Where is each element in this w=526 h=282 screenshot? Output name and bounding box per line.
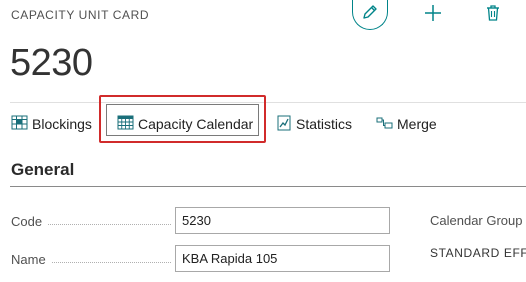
edit-button[interactable] [352,0,388,30]
calendar-group-value[interactable]: STANDARD EFF [430,246,526,260]
code-label-text: Code [11,213,43,229]
statistics-label: Statistics [296,116,353,132]
delete-button[interactable] [482,4,504,26]
merge-label: Merge [397,116,437,132]
general-section-divider [10,186,526,187]
merge-action[interactable]: Merge [376,113,437,135]
blockings-label: Blockings [32,116,92,132]
name-field-label: Name [11,250,171,268]
general-section-title[interactable]: General [11,160,74,180]
statistics-action[interactable]: Statistics [277,113,352,135]
calendar-icon [117,115,138,133]
plus-icon [424,4,442,27]
name-label-text: Name [11,251,46,267]
capacity-calendar-action[interactable]: Capacity Calendar [117,113,253,135]
code-label-leader [48,223,171,225]
blockings-icon [11,115,32,133]
capacity-calendar-label: Capacity Calendar [138,116,254,132]
new-button[interactable] [422,4,444,26]
card-caption: CAPACITY UNIT CARD [11,8,150,22]
name-input[interactable] [175,245,390,272]
code-input[interactable] [175,207,390,234]
code-field-label: Code [11,212,171,230]
pencil-icon [361,3,379,26]
merge-icon [376,116,397,132]
trash-icon [485,4,501,27]
action-bar-divider [10,102,526,103]
statistics-icon [277,115,296,134]
record-number: 5230 [10,42,93,84]
calendar-group-label: Calendar Group [430,213,523,228]
name-label-leader [51,261,171,263]
blockings-action[interactable]: Blockings [11,113,92,135]
